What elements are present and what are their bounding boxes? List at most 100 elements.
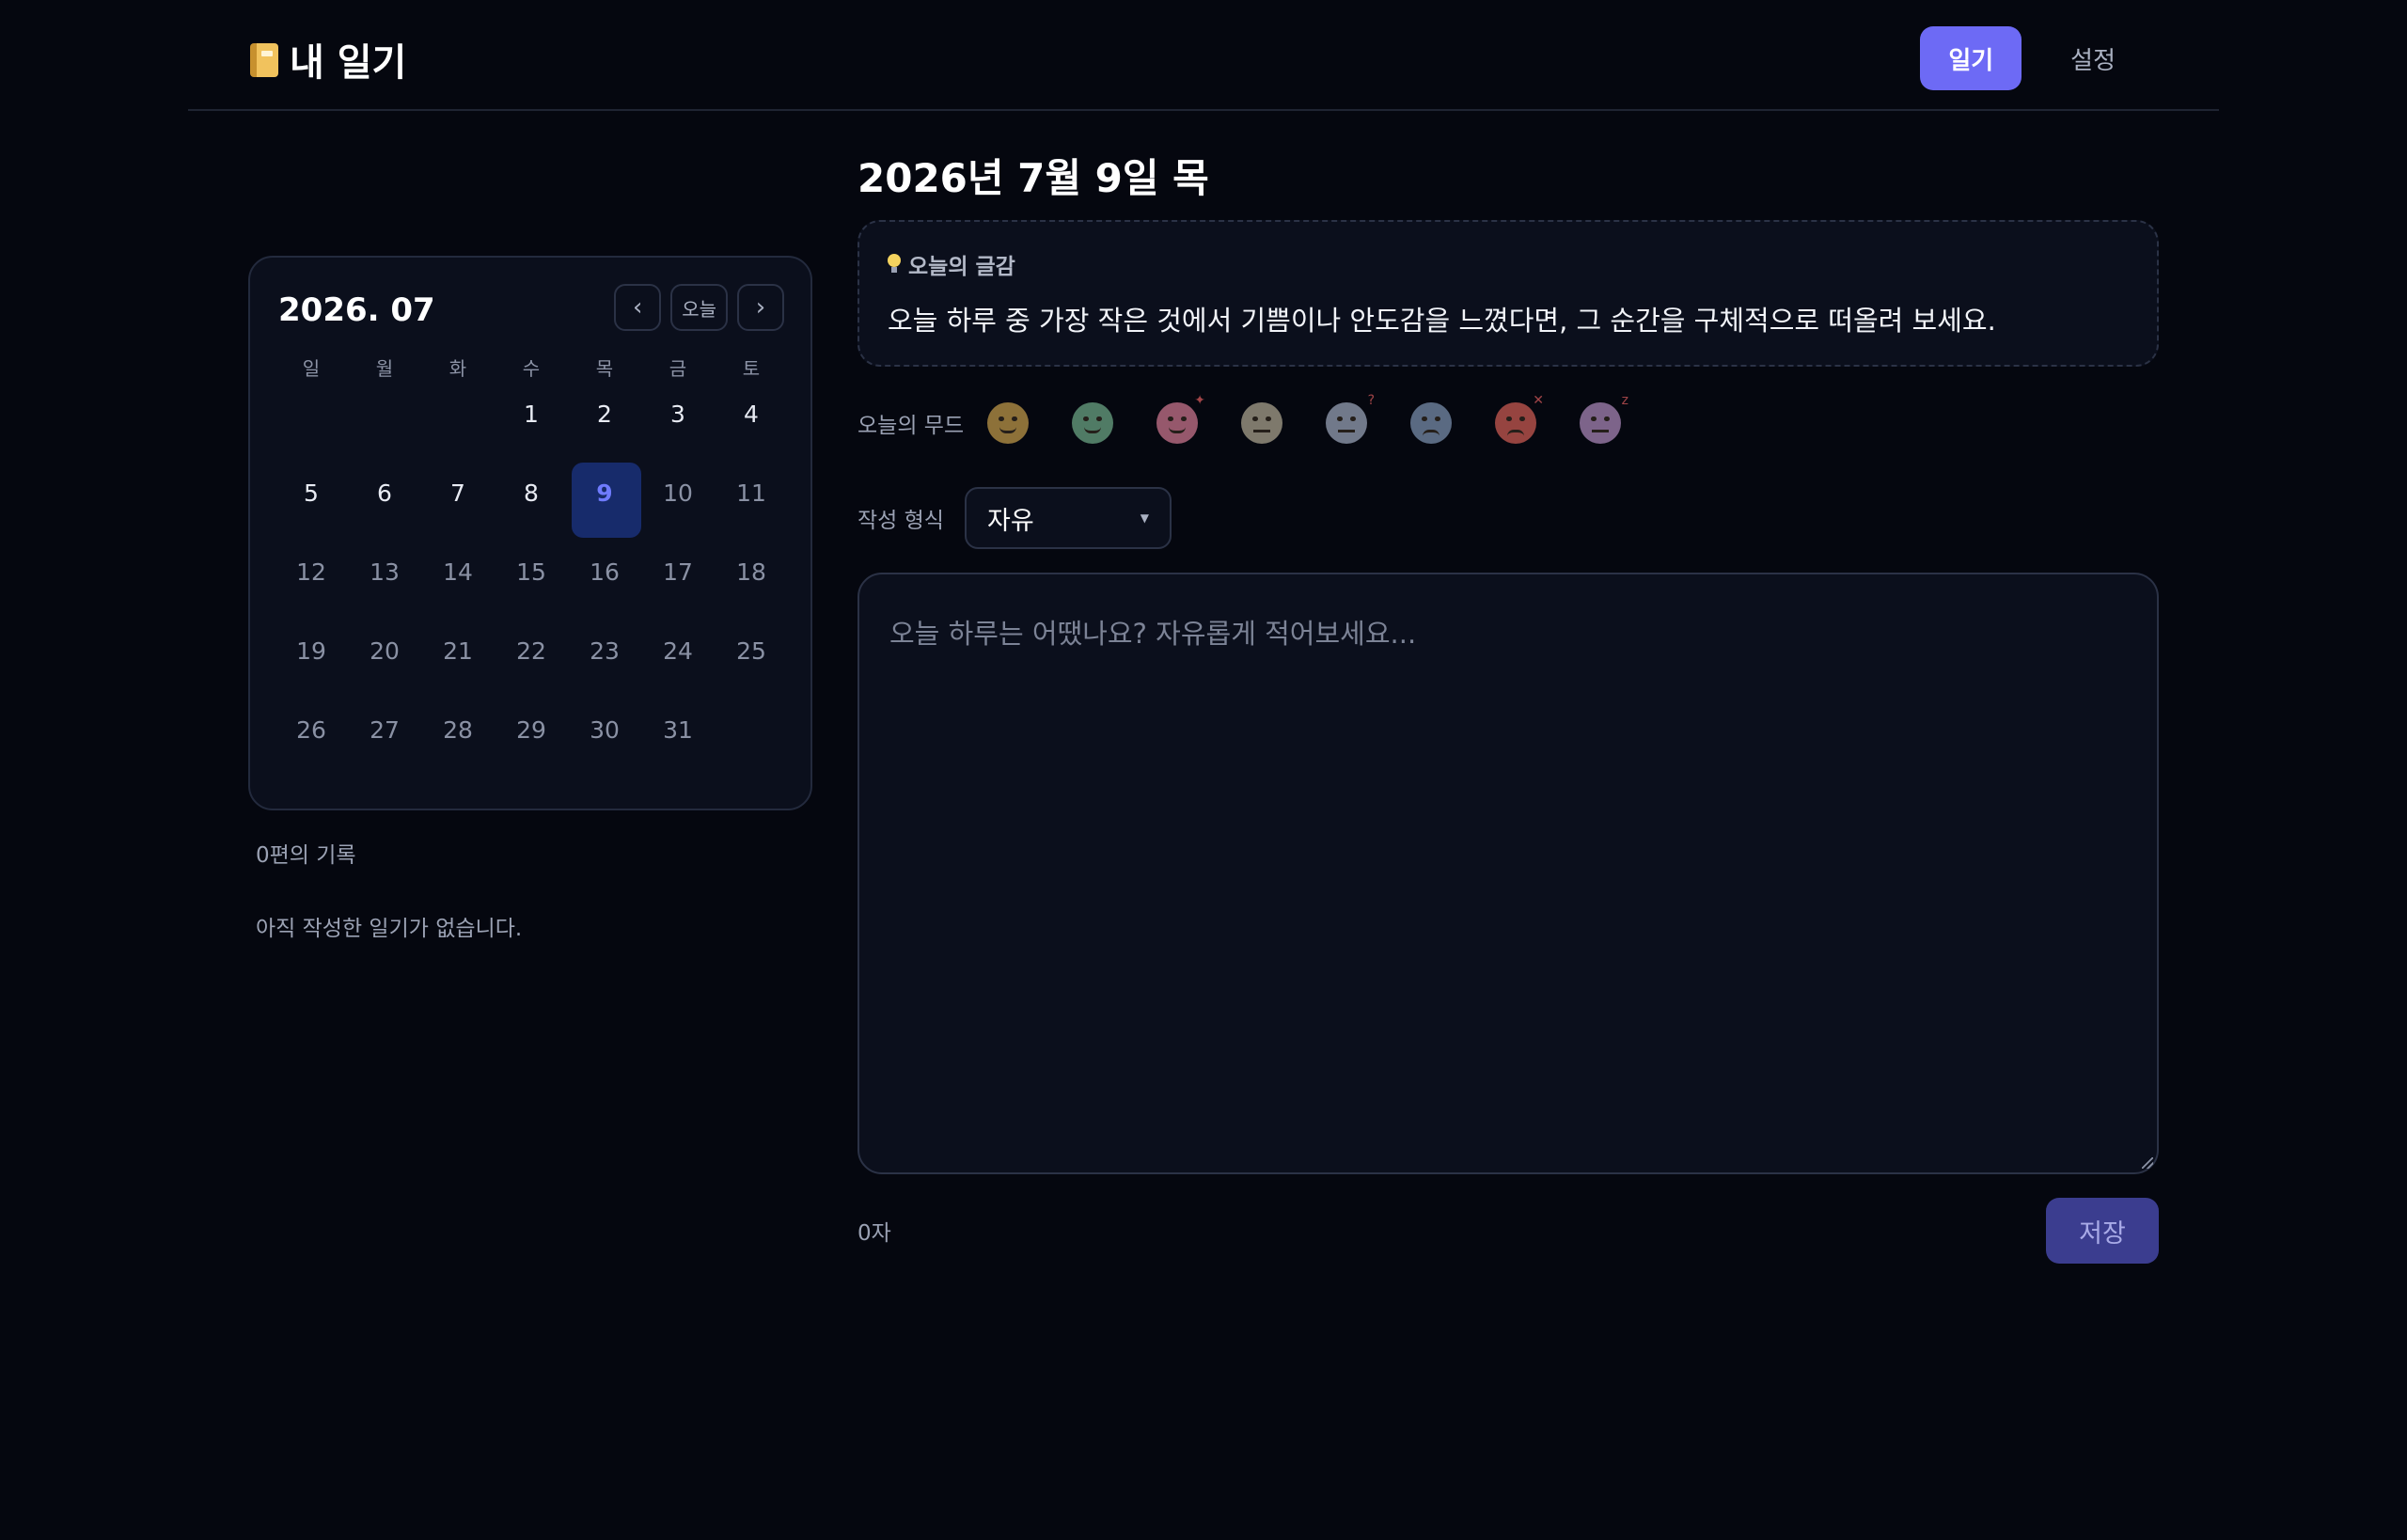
char-count: 0자	[857, 1221, 891, 1246]
calendar-day-6[interactable]: 6	[348, 470, 421, 549]
calendar-controls: ‹ 오늘 ›	[614, 284, 784, 331]
chevron-down-icon: ▼	[1140, 511, 1149, 525]
top-bar: 내 일기 일기 설정	[188, 0, 2219, 111]
calendar-day-number: 28	[443, 716, 473, 744]
calendar-day-9[interactable]: 9	[568, 463, 641, 549]
calendar-day-19[interactable]: 19	[275, 628, 348, 707]
calendar-day-5[interactable]: 5	[275, 470, 348, 549]
calendar-day-13[interactable]: 13	[348, 549, 421, 628]
sad-mood-icon[interactable]	[1410, 402, 1452, 444]
weekday-label: 일	[302, 357, 321, 380]
calendar-day-number: 26	[296, 716, 326, 744]
calendar-day-number: 11	[736, 479, 766, 507]
calendar-blank	[348, 391, 421, 470]
calendar-day-4[interactable]: 4	[715, 391, 788, 470]
happy-mood-icon[interactable]	[987, 402, 1029, 444]
calm-mood-icon[interactable]	[1072, 402, 1113, 444]
prev-month-button[interactable]: ‹	[614, 284, 662, 331]
lightbulb-icon	[888, 254, 901, 275]
excited-mood-icon[interactable]: ✦	[1156, 393, 1205, 444]
mood-list: ✦? ✕ z	[987, 393, 1628, 444]
calendar-day-2[interactable]: 2	[568, 391, 641, 470]
mood-selector: 오늘의 무드 ✦? ✕ z	[857, 393, 1628, 444]
calendar-day-number: 25	[736, 637, 766, 665]
calendar-day-number: 16	[590, 558, 620, 586]
calendar-day-number: 18	[736, 558, 766, 586]
nav-settings-button[interactable]: 설정	[2042, 26, 2144, 90]
calendar-day-1[interactable]: 1	[495, 391, 568, 470]
notebook-icon	[248, 41, 280, 77]
calendar-day-11[interactable]: 11	[715, 470, 788, 549]
tired-mood-icon[interactable]: z	[1580, 393, 1628, 444]
calendar-day-number: 15	[516, 558, 546, 586]
writing-prompt-card: 오늘의 글감 오늘 하루 중 가장 작은 것에서 기쁨이나 안도감을 느꼈다면,…	[857, 220, 2159, 367]
diary-textarea[interactable]: 오늘 하루는 어땠나요? 자유롭게 적어보세요...	[857, 573, 2159, 1174]
calendar-day-15[interactable]: 15	[495, 549, 568, 628]
calendar-day-16[interactable]: 16	[568, 549, 641, 628]
calendar-day-number: 31	[663, 716, 693, 744]
calendar-day-27[interactable]: 27	[348, 707, 421, 786]
weekday-label: 수	[522, 357, 541, 380]
calendar-day-number: 5	[304, 479, 319, 507]
calendar-day-number: 19	[296, 637, 326, 665]
weekday-label: 화	[448, 357, 467, 380]
calendar-day-number: 23	[590, 637, 620, 665]
calendar-day-number: 4	[744, 401, 759, 428]
prompt-label: 오늘의 글감	[888, 248, 1015, 280]
confused-mood-icon[interactable]: ?	[1326, 393, 1375, 444]
format-select[interactable]: 자유 ▼	[965, 487, 1172, 549]
weekday-label: 월	[375, 357, 394, 380]
next-month-button[interactable]: ›	[737, 284, 784, 331]
resize-handle-icon[interactable]	[2142, 1157, 2153, 1169]
format-selector: 작성 형식 자유 ▼	[857, 487, 1172, 549]
calendar-days: 1 2 3 4 5 6 7 8 9 10 11 12 13 14 15 16 17 18 19 20 21 22 23 24 2…	[275, 391, 788, 786]
calendar-day-7[interactable]: 7	[421, 470, 495, 549]
brand-title: 내 일기	[290, 41, 407, 85]
record-count: 0편의 기록	[256, 843, 356, 868]
calendar-day-30[interactable]: 30	[568, 707, 641, 786]
calendar-day-24[interactable]: 24	[641, 628, 715, 707]
neutral-mood-icon[interactable]	[1241, 402, 1282, 444]
calendar-blank	[421, 391, 495, 470]
calendar-day-31[interactable]: 31	[641, 707, 715, 786]
calendar-day-number: 20	[370, 637, 400, 665]
calendar-day-number: 7	[450, 479, 465, 507]
weekday-label: 금	[669, 357, 687, 380]
calendar-day-18[interactable]: 18	[715, 549, 788, 628]
calendar-day-21[interactable]: 21	[421, 628, 495, 707]
calendar-day-25[interactable]: 25	[715, 628, 788, 707]
calendar-month-title: 2026. 07	[278, 291, 435, 329]
angry-mood-icon[interactable]: ✕	[1495, 393, 1544, 444]
calendar-day-number: 27	[370, 716, 400, 744]
calendar-day-12[interactable]: 12	[275, 549, 348, 628]
today-button[interactable]: 오늘	[670, 284, 728, 331]
calendar-day-8[interactable]: 8	[495, 470, 568, 549]
prompt-text: 오늘 하루 중 가장 작은 것에서 기쁨이나 안도감을 느꼈다면, 그 순간을 …	[888, 305, 1996, 337]
calendar-day-number: 21	[443, 637, 473, 665]
calendar-day-number: 30	[590, 716, 620, 744]
weekday-header: 일월화수목금토	[275, 354, 788, 381]
textarea-placeholder: 오늘 하루는 어땠나요? 자유롭게 적어보세요...	[889, 618, 1417, 650]
entry-date-title: 2026년 7월 9일 목	[857, 155, 1209, 201]
calendar-day-number: 14	[443, 558, 473, 586]
calendar-day-26[interactable]: 26	[275, 707, 348, 786]
calendar-day-number: 24	[663, 637, 693, 665]
calendar-day-number: 22	[516, 637, 546, 665]
calendar-day-number: 29	[516, 716, 546, 744]
calendar-day-3[interactable]: 3	[641, 391, 715, 470]
calendar-day-number: 13	[370, 558, 400, 586]
calendar-day-17[interactable]: 17	[641, 549, 715, 628]
weekday-label: 목	[595, 357, 614, 380]
prompt-label-text: 오늘의 글감	[908, 255, 1015, 279]
save-button[interactable]: 저장	[2046, 1198, 2159, 1264]
calendar-day-29[interactable]: 29	[495, 707, 568, 786]
calendar-day-10[interactable]: 10	[641, 470, 715, 549]
nav-diary-button[interactable]: 일기	[1920, 26, 2022, 90]
calendar-day-20[interactable]: 20	[348, 628, 421, 707]
calendar-day-14[interactable]: 14	[421, 549, 495, 628]
calendar-day-23[interactable]: 23	[568, 628, 641, 707]
calendar-day-22[interactable]: 22	[495, 628, 568, 707]
calendar-day-28[interactable]: 28	[421, 707, 495, 786]
calendar-day-number: 8	[524, 479, 539, 507]
calendar-day-number: 17	[663, 558, 693, 586]
